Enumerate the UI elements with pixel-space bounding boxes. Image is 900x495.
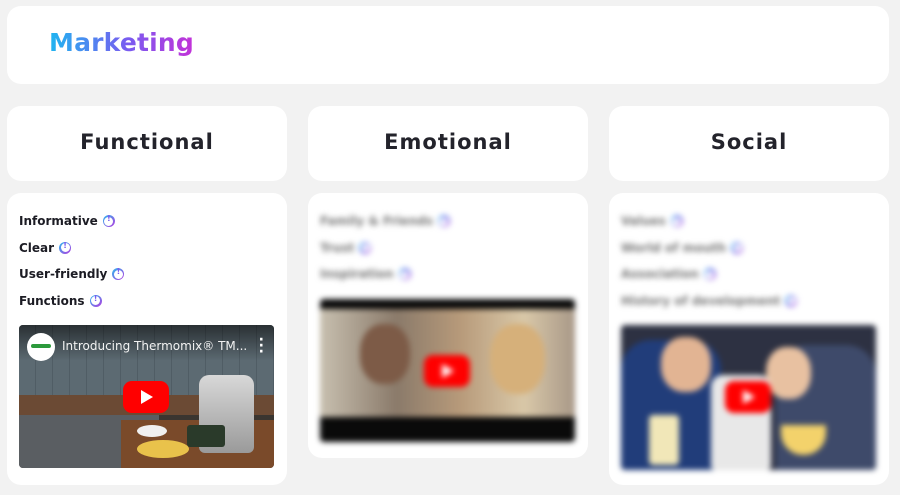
social-list: Values World of mouth Association Histor… (621, 208, 798, 315)
info-icon[interactable] (359, 241, 372, 254)
video-thumbnail-person (360, 324, 410, 384)
video-thumbnail-face (661, 337, 711, 392)
list-item: World of mouth (621, 235, 797, 262)
social-video-player[interactable] (621, 325, 876, 470)
column-title-social: Social (710, 130, 788, 154)
list-item: Informative (19, 208, 124, 235)
list-item-label: Family & Friends (320, 214, 433, 229)
emotional-title-card: Emotional (308, 106, 588, 181)
column-title-emotional: Emotional (384, 130, 512, 154)
info-icon[interactable] (102, 214, 115, 228)
info-icon[interactable] (398, 267, 411, 281)
functional-content-card: Informative Clear User-friendly Function… (7, 193, 287, 485)
functional-list: Informative Clear User-friendly Function… (19, 208, 125, 315)
list-item-label: World of mouth (621, 240, 727, 255)
list-item-label: Association (621, 267, 699, 282)
video-thumbnail-face (766, 347, 811, 399)
header-card: Marketing (7, 6, 889, 84)
video-title[interactable]: Introducing Thermomix® TM... (62, 339, 247, 353)
info-icon[interactable] (89, 294, 102, 307)
list-item-label: Functions (19, 293, 85, 308)
video-thumbnail-bowl (137, 425, 167, 437)
list-item: Association (621, 261, 797, 288)
video-thumbnail-plate (137, 440, 189, 458)
youtube-play-icon[interactable] (424, 355, 470, 387)
info-icon[interactable] (703, 267, 716, 281)
video-thumbnail-jar (649, 415, 679, 465)
list-item-label: Values (621, 214, 666, 229)
list-item-label: User-friendly (19, 267, 108, 282)
list-item-label: Trust (320, 240, 355, 255)
info-icon[interactable] (112, 267, 125, 281)
emotional-list: Family & Friends Trust Inspiration (320, 208, 450, 288)
youtube-play-icon[interactable] (123, 381, 169, 413)
list-item: Values (621, 208, 797, 235)
info-icon[interactable] (59, 241, 72, 254)
more-vert-icon[interactable]: · · · (259, 333, 264, 359)
functional-video-player[interactable]: Introducing Thermomix® TM... · · · (19, 325, 274, 468)
list-item-label: Clear (19, 240, 55, 255)
info-icon[interactable] (785, 294, 798, 307)
video-thumbnail-person (490, 324, 545, 394)
list-item: Inspiration (320, 261, 450, 288)
social-content-card: Values World of mouth Association Histor… (609, 193, 889, 485)
info-icon[interactable] (731, 241, 744, 254)
channel-logo[interactable] (27, 333, 55, 361)
video-thumbnail-tablet (187, 425, 225, 447)
list-item: Functions (19, 288, 124, 315)
list-item: User-friendly (19, 261, 125, 288)
youtube-play-icon[interactable] (725, 381, 771, 413)
info-icon[interactable] (670, 214, 683, 228)
info-icon[interactable] (437, 214, 450, 228)
emotional-video-player[interactable] (320, 299, 575, 442)
list-item: Trust (320, 235, 450, 262)
list-item: Clear (19, 235, 124, 262)
list-item: History of development (621, 288, 798, 315)
list-item-label: Informative (19, 214, 98, 229)
column-title-functional: Functional (80, 130, 214, 154)
emotional-content-card: Family & Friends Trust Inspiration (308, 193, 588, 458)
social-title-card: Social (609, 106, 889, 181)
list-item-label: Inspiration (320, 267, 394, 282)
list-item: Family & Friends (320, 208, 450, 235)
list-item-label: History of development (621, 293, 781, 308)
page-title: Marketing (49, 28, 195, 57)
functional-title-card: Functional (7, 106, 287, 181)
